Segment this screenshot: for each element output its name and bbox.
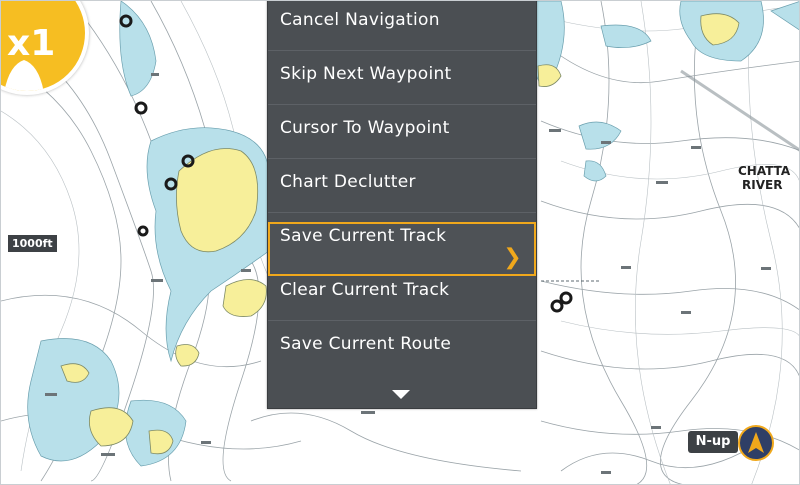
place-label-line-2: RIVER	[742, 178, 783, 192]
menu-item-label: Save Current Route	[280, 334, 452, 354]
menu-item-clear-current-track[interactable]: Clear Current Track	[268, 266, 536, 321]
compass-icon	[738, 425, 774, 461]
menu-item-label: Cancel Navigation	[280, 10, 440, 30]
down-arrow-icon[interactable]	[392, 390, 410, 399]
orientation-label: N-up	[688, 431, 738, 453]
menu-item-label: Cursor To Waypoint	[280, 118, 450, 138]
place-label-line-1: CHATTA	[738, 164, 791, 178]
menu-item-label: Skip Next Waypoint	[280, 64, 452, 84]
menu-item-skip-next-waypoint[interactable]: Skip Next Waypoint	[268, 50, 536, 105]
menu-item-save-current-route[interactable]: Save Current Route	[268, 320, 536, 374]
menu-item-label: Chart Declutter	[280, 172, 416, 192]
menu-item-cursor-to-waypoint[interactable]: Cursor To Waypoint	[268, 104, 536, 159]
menu-item-label: Save Current Track	[280, 226, 447, 246]
zoom-level-text: x1	[7, 23, 56, 64]
chart-context-menu: Cancel Navigation Skip Next Waypoint Cur…	[267, 1, 537, 409]
menu-item-cancel-navigation[interactable]: Cancel Navigation	[268, 1, 536, 51]
place-label: CHATTA RIVER	[738, 164, 790, 192]
chart-screen: x1 1000ft CHATTA RIVER Cancel Navigation…	[0, 0, 800, 485]
scale-bar: 1000ft	[7, 234, 58, 253]
menu-item-chart-declutter[interactable]: Chart Declutter	[268, 158, 536, 213]
menu-item-label: Clear Current Track	[280, 280, 450, 300]
